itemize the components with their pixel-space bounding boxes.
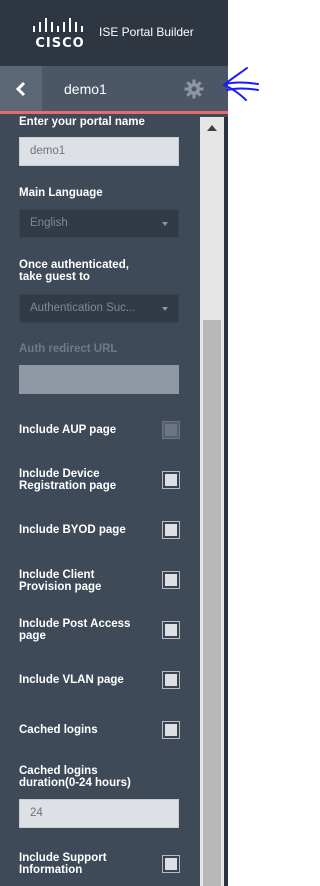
scrollbar-thumb[interactable] [203,320,221,886]
post-access-label-line2: page [19,630,46,642]
byod-label: Include BYOD page [19,524,126,536]
post-access-label-line1: Include Post Access [19,618,131,630]
vlan-label: Include VLAN page [19,674,124,686]
after-auth-label-line1: Once authenticated, [19,259,129,271]
device-registration-label-line2: Registration page [19,480,117,492]
app-title: ISE Portal Builder [99,25,194,39]
scrollbar[interactable] [200,117,224,886]
support-info-label: Include Support Information [19,852,107,876]
portal-title: demo1 [64,81,107,97]
cached-duration-label: Cached logins duration(0-24 hours) [19,765,131,789]
chevron-down-icon [162,222,168,226]
panel-edge [224,117,228,886]
vlan-checkbox[interactable] [162,671,180,689]
after-auth-select[interactable]: Authentication Suc... [19,294,179,323]
device-registration-checkbox[interactable] [162,471,180,489]
client-provision-label: Include Client Provision page [19,569,101,593]
gear-icon[interactable] [184,79,204,99]
after-auth-value: Authentication Suc... [30,302,136,314]
client-provision-checkbox[interactable] [162,571,180,589]
back-button[interactable] [0,66,42,111]
auth-redirect-label: Auth redirect URL [19,343,118,355]
post-access-checkbox[interactable] [162,621,180,639]
scroll-up-button[interactable] [200,117,224,139]
cached-duration-label-line1: Cached logins [19,765,98,777]
chevron-down-icon [162,307,168,311]
cached-duration-input[interactable]: 24 [19,799,179,828]
cisco-logo: CISCO [28,18,92,51]
cached-logins-checkbox[interactable] [162,721,180,739]
portal-builder-panel: CISCO ISE Portal Builder demo1 Enter you… [0,0,228,886]
after-auth-label: Once authenticated, take guest to [19,259,129,283]
client-provision-label-line1: Include Client [19,569,95,581]
post-access-label: Include Post Access page [19,618,130,642]
main-language-select[interactable]: English [19,209,179,238]
client-provision-label-line2: Provision page [19,581,102,593]
main-language-value: English [30,217,68,229]
support-info-label-line1: Include Support [19,852,107,864]
device-registration-label: Include Device Registration page [19,468,116,492]
cached-duration-label-line2: duration(0-24 hours) [19,777,131,789]
handdrawn-arrow-annotation [222,67,259,101]
logo-text: CISCO [35,36,85,51]
main-language-label: Main Language [19,187,103,199]
support-info-checkbox[interactable] [162,855,180,873]
aup-checkbox[interactable] [162,421,180,439]
chevron-left-icon [15,81,26,96]
cisco-bars-icon [33,18,83,32]
device-registration-label-line1: Include Device [19,468,100,480]
byod-checkbox[interactable] [162,521,180,539]
caret-up-icon [207,125,217,131]
portal-name-label: Enter your portal name [19,116,145,128]
header-bar: CISCO ISE Portal Builder [0,0,228,66]
settings-form: Enter your portal name demo1 Main Langua… [0,116,200,886]
portal-nav-bar: demo1 [0,66,228,114]
aup-label: Include AUP page [19,424,117,436]
auth-redirect-input[interactable] [19,365,179,394]
support-info-label-line2: Information [19,864,83,876]
after-auth-label-line2: take guest to [19,271,90,283]
cached-logins-label: Cached logins [19,724,98,736]
portal-name-input[interactable]: demo1 [19,137,179,166]
